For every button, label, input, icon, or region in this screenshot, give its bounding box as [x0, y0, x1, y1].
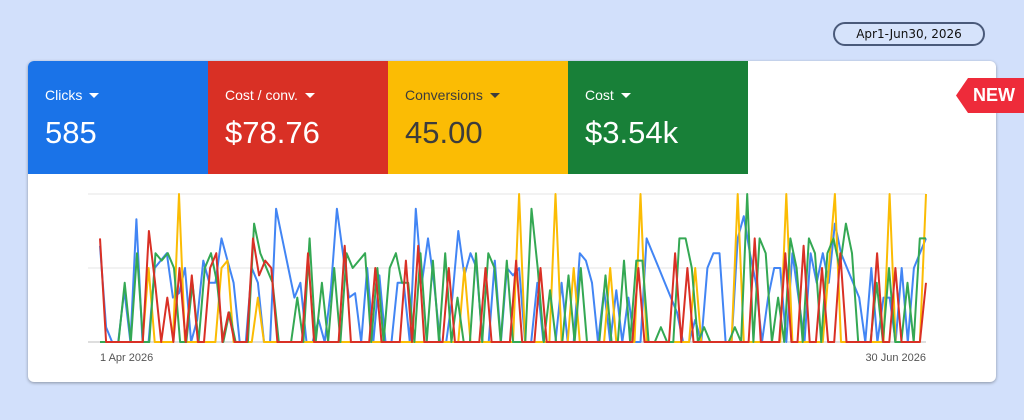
date-range-selector[interactable]: Apr1-Jun30, 2026 [833, 22, 985, 46]
x-tick-end: 30 Jun 2026 [865, 352, 926, 364]
x-tick-start: 1 Apr 2026 [100, 352, 153, 364]
new-badge: NEW [956, 78, 1024, 113]
performance-card: Clicks 585 Cost / conv. $78.76 Conversio… [28, 61, 996, 382]
performance-line-chart: 1 Apr 2026 30 Jun 2026 [88, 193, 927, 364]
